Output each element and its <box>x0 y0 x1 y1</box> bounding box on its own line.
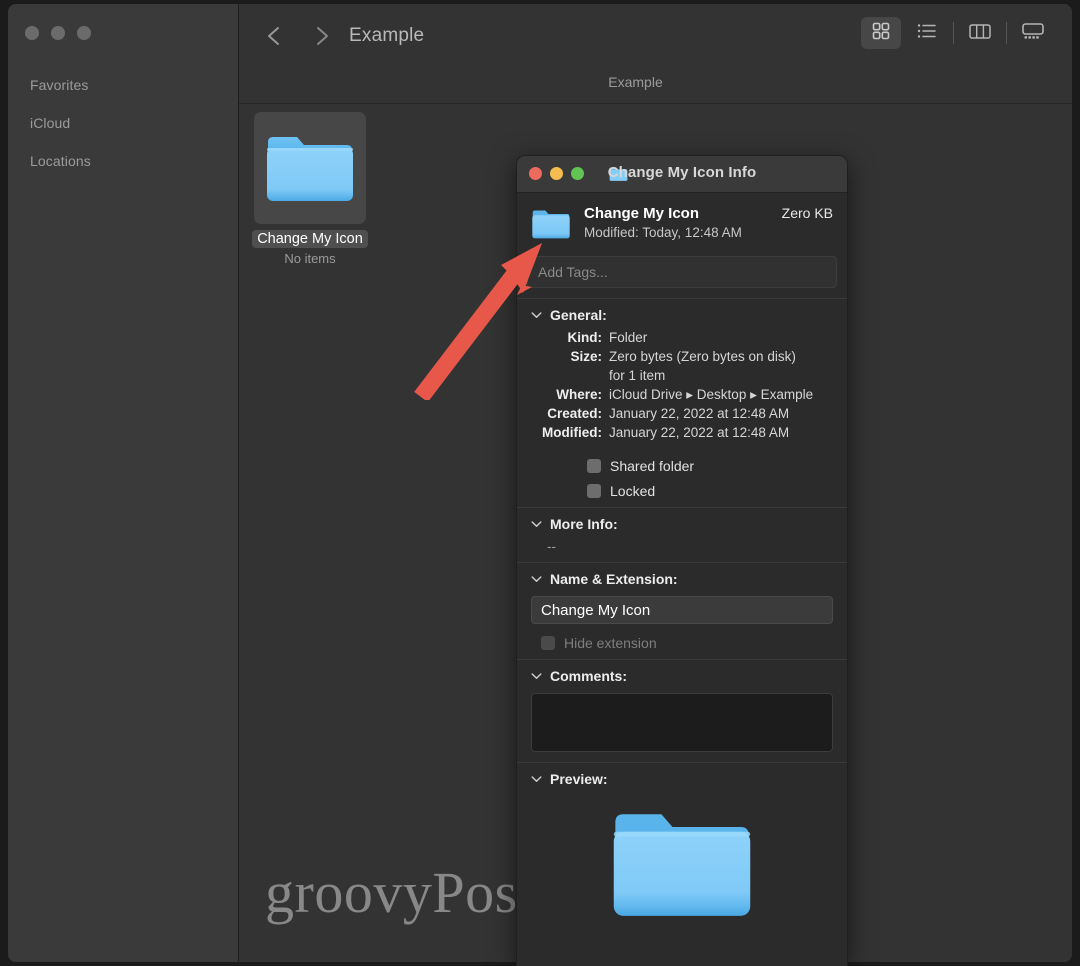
property-modified-value: January 22, 2022 at 12:48 AM <box>609 425 790 440</box>
general-properties: Kind: Folder Size: Zero bytes (Zero byte… <box>517 329 847 442</box>
close-button[interactable] <box>25 26 39 40</box>
preview-area <box>517 789 847 953</box>
property-size-cont-value: for 1 item <box>609 368 666 383</box>
finder-toolbar: Example <box>239 4 1072 67</box>
property-created-key: Created: <box>547 406 602 421</box>
add-tags-field[interactable]: Add Tags... <box>527 256 837 288</box>
finder-traffic-lights <box>25 26 91 40</box>
section-preview-label: Preview: <box>550 771 608 787</box>
locked-checkbox[interactable] <box>587 484 601 498</box>
name-input-field[interactable]: Change My Icon <box>531 596 833 624</box>
zoom-button[interactable] <box>77 26 91 40</box>
info-item-modified: Modified: Today, 12:48 AM <box>584 225 742 240</box>
toolbar-divider-2 <box>1006 22 1007 44</box>
file-name-label: Change My Icon <box>252 230 368 248</box>
section-comments-header[interactable]: Comments: <box>517 668 847 684</box>
info-header-text: Change My Icon Modified: Today, 12:48 AM <box>584 205 774 240</box>
more-info-value: -- <box>547 539 556 554</box>
section-preview-header[interactable]: Preview: <box>517 771 847 787</box>
section-comments-label: Comments: <box>550 668 628 684</box>
columns-icon <box>968 21 992 46</box>
section-general-label: General: <box>550 307 607 323</box>
property-kind: Kind: Folder <box>517 329 833 347</box>
property-where: Where: iCloud Drive ▸ Desktop ▸ Example <box>517 386 833 404</box>
column-view-button[interactable] <box>960 17 1000 49</box>
section-preview: Preview: <box>517 762 847 961</box>
property-kind-key: Kind: <box>567 330 603 345</box>
info-item-size: Zero KB <box>781 205 833 221</box>
folder-icon <box>264 130 356 206</box>
finder-sidebar: Favorites iCloud Locations <box>8 4 239 962</box>
forward-button[interactable] <box>309 21 335 51</box>
chevron-down-icon <box>529 772 543 786</box>
section-more-info-label: More Info: <box>550 516 618 532</box>
chevron-down-icon <box>529 669 543 683</box>
icon-view-button[interactable] <box>861 17 901 49</box>
finder-window-title: Example <box>349 25 425 46</box>
info-header-folder-icon[interactable] <box>531 207 571 246</box>
property-modified-key: Modified: <box>542 425 602 440</box>
path-bar-label: Example <box>608 74 663 90</box>
info-window-titlebar[interactable]: Change My Icon Info <box>517 156 847 193</box>
view-mode-controls <box>858 17 1056 49</box>
sidebar-sections: Favorites iCloud Locations <box>8 66 238 180</box>
property-size-key: Size: <box>570 349 602 364</box>
property-created-value: January 22, 2022 at 12:48 AM <box>609 406 790 421</box>
property-size-value: Zero bytes (Zero bytes on disk) <box>609 349 796 364</box>
shared-folder-checkbox[interactable] <box>587 459 601 473</box>
hide-extension-checkbox[interactable] <box>541 636 555 650</box>
sidebar-section-icloud[interactable]: iCloud <box>8 104 238 142</box>
info-window-title: Change My Icon Info <box>607 164 757 181</box>
toolbar-divider <box>953 22 954 44</box>
list-icon <box>916 21 938 46</box>
section-more-info-header[interactable]: More Info: <box>517 516 847 532</box>
locked-label: Locked <box>610 483 656 499</box>
minimize-button[interactable] <box>51 26 65 40</box>
file-item-change-my-icon[interactable]: Change My Icon No items <box>247 112 373 266</box>
section-general: General: Kind: Folder Size: Zero bytes (… <box>517 298 847 507</box>
checkbox-row-shared-folder[interactable]: Shared folder <box>517 458 847 474</box>
property-where-value: iCloud Drive ▸ Desktop ▸ Example <box>609 387 814 402</box>
preview-folder-icon <box>609 803 755 929</box>
section-name-extension: Name & Extension: Change My Icon Hide ex… <box>517 562 847 659</box>
screen: Favorites iCloud Locations Example Examp… <box>0 0 1080 966</box>
list-view-button[interactable] <box>907 17 947 49</box>
chevron-down-icon <box>529 572 543 586</box>
property-modified: Modified: January 22, 2022 at 12:48 AM <box>517 424 833 442</box>
property-where-key: Where: <box>556 387 602 402</box>
file-icon-selection <box>254 112 366 224</box>
hide-extension-label: Hide extension <box>564 635 657 651</box>
checkbox-row-locked[interactable]: Locked <box>517 483 847 499</box>
property-size-cont: for 1 item <box>517 367 833 385</box>
section-comments: Comments: <box>517 659 847 762</box>
path-bar: Example <box>239 67 1072 104</box>
get-info-window: Change My Icon Info Change My Icon Modif… <box>516 155 848 966</box>
back-button[interactable] <box>261 21 287 51</box>
property-size-cont-key <box>517 367 609 385</box>
sidebar-section-favorites[interactable]: Favorites <box>8 66 238 104</box>
property-created: Created: January 22, 2022 at 12:48 AM <box>517 405 833 423</box>
checkbox-row-hide-extension[interactable]: Hide extension <box>517 635 847 651</box>
file-subtitle: No items <box>284 251 336 266</box>
shared-folder-label: Shared folder <box>610 458 695 474</box>
section-name-extension-label: Name & Extension: <box>550 571 678 587</box>
info-header: Change My Icon Modified: Today, 12:48 AM… <box>517 193 847 256</box>
section-name-extension-header[interactable]: Name & Extension: <box>517 571 847 587</box>
section-more-info: More Info: -- <box>517 507 847 562</box>
chevron-down-icon <box>529 308 543 322</box>
comments-textarea[interactable] <box>531 693 833 752</box>
gallery-icon <box>1020 21 1046 46</box>
grid-icon <box>871 21 891 46</box>
chevron-down-icon <box>529 517 543 531</box>
info-item-name: Change My Icon <box>584 205 700 222</box>
property-size: Size: Zero bytes (Zero bytes on disk) <box>517 348 833 366</box>
property-kind-value: Folder <box>609 330 648 345</box>
section-general-header[interactable]: General: <box>517 307 847 323</box>
navigation-buttons <box>261 21 335 51</box>
sidebar-section-locations[interactable]: Locations <box>8 142 238 180</box>
gallery-view-button[interactable] <box>1013 17 1053 49</box>
